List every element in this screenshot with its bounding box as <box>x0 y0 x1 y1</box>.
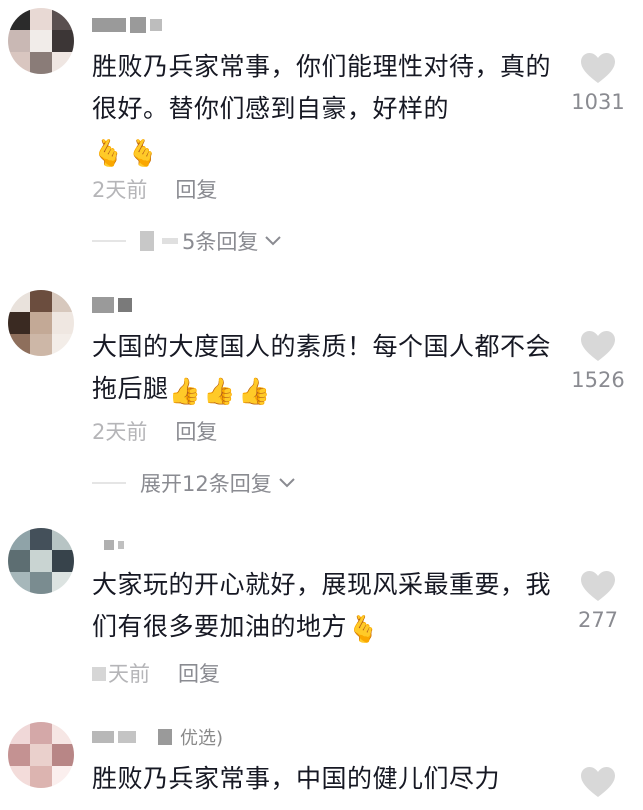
username[interactable]: 优选) <box>92 724 223 750</box>
chevron-down-icon <box>265 236 282 246</box>
heart-icon <box>581 571 615 601</box>
username[interactable] <box>92 532 128 558</box>
comment-text: 大国的大度国人的素质！每个国人都不会拖后腿👍👍👍 <box>92 332 552 407</box>
comment-meta: 2天前 回复 <box>92 174 217 204</box>
reply-button[interactable]: 回复 <box>178 662 220 686</box>
thumbs-up-emoji: 👍 <box>238 377 272 407</box>
comment-meta: 2天前 回复 <box>92 416 217 446</box>
redacted-text <box>92 667 106 681</box>
redacted-text <box>162 238 178 244</box>
like-button[interactable]: 1526 <box>568 330 628 392</box>
expand-replies[interactable]: 展开12条回复 <box>92 468 296 498</box>
redacted-username <box>92 731 114 743</box>
redacted-username <box>92 18 126 32</box>
avatar[interactable] <box>8 722 74 788</box>
divider <box>92 240 126 242</box>
redacted-username <box>118 731 136 743</box>
like-count: 1031 <box>571 90 625 114</box>
heart-icon <box>581 331 615 361</box>
timestamp: 2天前 <box>92 420 148 444</box>
like-button[interactable] <box>568 766 628 798</box>
finger-heart-emoji: 🫰 <box>347 615 380 645</box>
reply-button[interactable]: 回复 <box>175 420 217 444</box>
heart-icon <box>581 767 615 797</box>
expand-replies[interactable]: 5条回复 <box>92 226 282 256</box>
redacted-username <box>118 541 124 549</box>
finger-heart-emoji: 🫰 <box>92 139 125 169</box>
like-count: 1526 <box>571 368 625 392</box>
heart-icon <box>581 53 615 83</box>
avatar[interactable] <box>8 528 74 594</box>
redacted-username <box>104 540 114 550</box>
divider <box>92 482 126 484</box>
redacted-username <box>150 19 162 31</box>
comment-text: 胜败乃兵家常事，中国的健儿们尽力 <box>92 764 501 793</box>
username[interactable] <box>92 292 136 318</box>
avatar[interactable] <box>8 290 74 356</box>
redacted-username <box>92 297 114 313</box>
timestamp: 天前 <box>108 662 150 686</box>
like-button[interactable]: 277 <box>568 570 628 632</box>
reply-button[interactable]: 回复 <box>175 178 217 202</box>
like-count: 277 <box>577 608 619 632</box>
avatar[interactable] <box>8 8 74 74</box>
comment-text: 大家玩的开心就好，展现风采最重要，我们有很多要加油的地方🫰 <box>92 570 552 645</box>
redacted-username <box>118 298 132 312</box>
chevron-down-icon <box>279 478 295 488</box>
redacted-text <box>140 231 154 251</box>
username[interactable] <box>92 12 166 38</box>
comment-text: 胜败乃兵家常事，你们能理性对待，真的很好。替你们感到自豪，好样的 🫰🫰 <box>92 52 552 169</box>
timestamp: 2天前 <box>92 178 148 202</box>
thumbs-up-emoji: 👍 <box>168 377 202 407</box>
like-button[interactable]: 1031 <box>568 52 628 114</box>
redacted-username <box>130 17 146 33</box>
user-tag: 优选) <box>180 728 224 749</box>
thumbs-up-emoji: 👍 <box>203 377 237 407</box>
redacted-username <box>158 729 172 745</box>
comment-meta: 天前 回复 <box>92 658 220 688</box>
finger-heart-emoji: 🫰 <box>126 139 160 169</box>
